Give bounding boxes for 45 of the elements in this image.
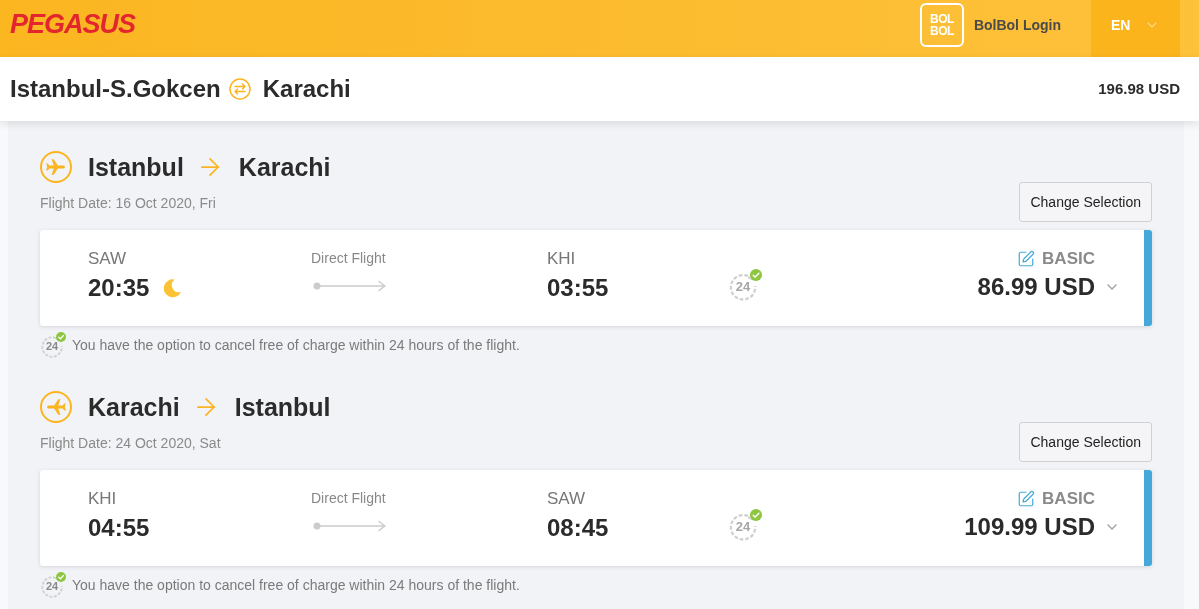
check-badge-icon (750, 509, 762, 521)
change-selection-button[interactable]: Change Selection (1019, 182, 1152, 222)
hours-label: 24 (45, 340, 59, 352)
destination-city: Istanbul (234, 392, 331, 423)
route-destination: Karachi (262, 74, 351, 104)
departure-time: 04:55 (88, 513, 150, 543)
flight-date: Flight Date: 16 Oct 2020, Fri (40, 194, 216, 213)
hours-label: 24 (735, 519, 751, 533)
change-selection-button[interactable]: Change Selection (1019, 422, 1152, 462)
route-arrow-icon (313, 280, 387, 292)
arrival-code: KHI (547, 249, 576, 269)
plane-icon (40, 151, 72, 183)
departure-code: SAW (88, 249, 127, 269)
hours-label: 24 (45, 580, 59, 592)
departure-time: 20:35 (88, 273, 150, 303)
fare-class: BASIC (1042, 488, 1095, 510)
flight-type: Direct Flight (311, 489, 386, 508)
check-badge-icon (750, 269, 762, 281)
plane-icon (40, 391, 72, 423)
fare-class: BASIC (1042, 248, 1095, 270)
check-badge-icon (56, 572, 66, 582)
hours-label: 24 (735, 279, 751, 293)
departure-code: KHI (88, 489, 117, 509)
flight-card[interactable]: SAW 20:35 Direct Flight KHI 03:55 24 BASIC 86.99 USD (40, 230, 1152, 326)
origin-city: Karachi (88, 392, 180, 423)
edit-icon (1017, 490, 1036, 508)
route-arrow-icon (313, 520, 387, 532)
flight-date: Flight Date: 24 Oct 2020, Sat (40, 434, 221, 453)
fare-price: 109.99 USD (964, 512, 1095, 542)
login-link[interactable]: BolBol Login (973, 14, 1061, 36)
destination-city: Karachi (238, 152, 331, 183)
origin-city: Istanbul (88, 152, 184, 183)
free-cancellation-note: You have the option to cancel free of charge within 24 hours of the flight. (72, 335, 520, 355)
free-cancellation-note: You have the option to cancel free of charge within 24 hours of the flight. (72, 575, 520, 595)
flight-card[interactable]: KHI 04:55 Direct Flight SAW 08:45 24 BASIC 109.99 USD (40, 470, 1152, 566)
arrival-time: 03:55 (547, 273, 609, 303)
arrival-time: 08:45 (547, 513, 609, 543)
route-origin: Istanbul-S.Gokcen (10, 74, 221, 104)
swap-icon (228, 78, 251, 100)
check-badge-icon (56, 332, 66, 342)
fare-price: 86.99 USD (977, 272, 1095, 302)
edit-icon (1017, 250, 1036, 268)
total-price: 196.98 USD (1098, 78, 1180, 99)
flight-type: Direct Flight (311, 249, 386, 268)
arrival-code: SAW (547, 489, 586, 509)
